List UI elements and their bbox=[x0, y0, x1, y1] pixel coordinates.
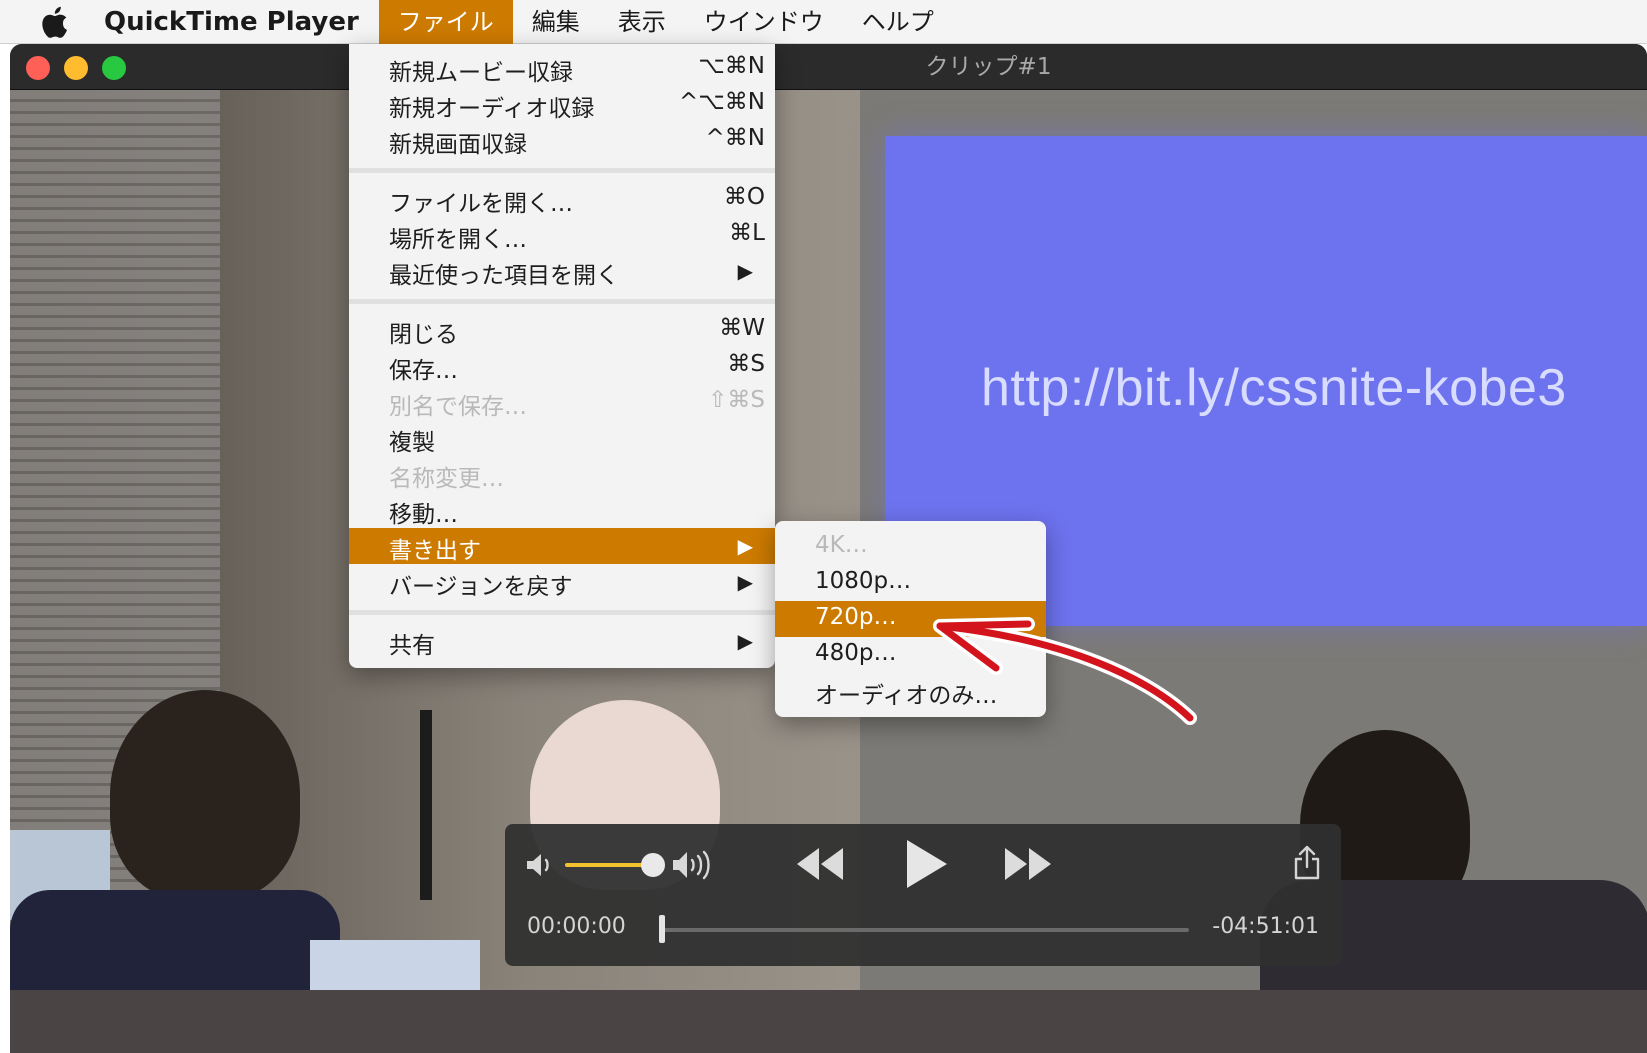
menu-item-label: 名称変更… bbox=[389, 466, 504, 492]
video-person-head bbox=[110, 690, 300, 900]
window-title: クリップ#1 bbox=[925, 54, 1052, 80]
time-remaining: -04:51:01 bbox=[1212, 914, 1319, 939]
submenu-item-1080p[interactable]: 1080p… bbox=[775, 565, 1046, 601]
menu-item-open-recent[interactable]: 最近使った項目を開く ▶ bbox=[349, 253, 775, 289]
menu-item-rename: 名称変更… bbox=[349, 456, 775, 492]
fast-forward-icon[interactable] bbox=[1003, 846, 1053, 882]
export-submenu: 4K… 1080p… 720p… 480p… オーディオのみ… bbox=[775, 521, 1046, 717]
menu-item-label: 移動… bbox=[389, 502, 458, 528]
menu-item-revert-to[interactable]: バージョンを戻す ▶ bbox=[349, 564, 775, 600]
submenu-item-label: 480p… bbox=[815, 640, 897, 666]
menu-item-save-as: 別名で保存… ⇧⌘S bbox=[349, 384, 775, 420]
menu-window[interactable]: ウインドウ bbox=[685, 0, 843, 44]
menu-item-shortcut: ⇧⌘S bbox=[708, 387, 765, 413]
menu-item-shortcut: ⌘S bbox=[727, 351, 765, 377]
menu-edit[interactable]: 編集 bbox=[513, 0, 599, 44]
menu-item-new-audio-recording[interactable]: 新規オーディオ収録 ^⌥⌘N bbox=[349, 86, 775, 122]
menu-item-export[interactable]: 書き出す ▶ bbox=[349, 528, 775, 564]
time-elapsed: 00:00:00 bbox=[527, 914, 626, 939]
menu-help[interactable]: ヘルプ bbox=[843, 0, 953, 44]
play-icon[interactable] bbox=[901, 838, 949, 890]
menu-separator bbox=[349, 299, 775, 304]
menu-item-shortcut: ^⌘N bbox=[705, 125, 765, 151]
submenu-arrow-icon: ▶ bbox=[737, 570, 753, 594]
menu-bar: QuickTime Player ファイル 編集 表示 ウインドウ ヘルプ bbox=[0, 0, 1647, 44]
apple-logo-icon[interactable] bbox=[40, 5, 74, 39]
submenu-item-label: 4K… bbox=[815, 532, 868, 558]
menu-item-new-screen-recording[interactable]: 新規画面収録 ^⌘N bbox=[349, 122, 775, 158]
menu-item-open-file[interactable]: ファイルを開く… ⌘O bbox=[349, 181, 775, 217]
submenu-item-audio-only[interactable]: オーディオのみ… bbox=[775, 673, 1046, 709]
app-name-menu[interactable]: QuickTime Player bbox=[104, 7, 359, 37]
volume-slider[interactable] bbox=[565, 863, 653, 867]
submenu-arrow-icon: ▶ bbox=[737, 259, 753, 283]
scrubber-track[interactable] bbox=[661, 928, 1189, 932]
submenu-arrow-icon: ▶ bbox=[737, 629, 753, 653]
menu-item-label: ファイルを開く… bbox=[389, 191, 573, 217]
submenu-item-480p[interactable]: 480p… bbox=[775, 637, 1046, 673]
menu-separator bbox=[349, 168, 775, 173]
video-table bbox=[10, 990, 1647, 1053]
menu-item-label: 共有 bbox=[389, 633, 435, 659]
submenu-item-label: オーディオのみ… bbox=[815, 683, 998, 709]
menu-view[interactable]: 表示 bbox=[599, 0, 685, 44]
volume-slider-knob[interactable] bbox=[641, 853, 665, 877]
submenu-item-4k: 4K… bbox=[775, 529, 1046, 565]
menu-item-shortcut: ⌘O bbox=[723, 184, 765, 210]
projection-url-text: http://bit.ly/cssnite-kobe3 bbox=[981, 359, 1567, 417]
menu-item-new-movie-recording[interactable]: 新規ムービー収録 ⌥⌘N bbox=[349, 50, 775, 86]
menu-item-shortcut: ⌘L bbox=[729, 220, 765, 246]
menu-item-shortcut: ⌘W bbox=[719, 315, 765, 341]
menu-item-label: 保存… bbox=[389, 358, 458, 384]
menu-item-label: 最近使った項目を開く bbox=[389, 263, 619, 289]
menu-item-label: 新規画面収録 bbox=[389, 132, 527, 158]
menu-item-open-location[interactable]: 場所を開く… ⌘L bbox=[349, 217, 775, 253]
menu-file[interactable]: ファイル bbox=[378, 0, 513, 44]
menu-item-save[interactable]: 保存… ⌘S bbox=[349, 348, 775, 384]
scrubber-handle[interactable] bbox=[659, 915, 665, 943]
menu-item-label: 場所を開く… bbox=[389, 227, 527, 253]
submenu-arrow-icon: ▶ bbox=[737, 534, 753, 558]
menu-item-move[interactable]: 移動… bbox=[349, 492, 775, 528]
menu-item-label: 別名で保存… bbox=[389, 394, 527, 420]
share-icon[interactable] bbox=[1293, 844, 1321, 880]
menu-item-shortcut: ⌥⌘N bbox=[698, 53, 765, 79]
submenu-item-720p[interactable]: 720p… bbox=[775, 601, 1046, 637]
volume-high-icon[interactable] bbox=[671, 848, 715, 882]
menu-item-label: 新規ムービー収録 bbox=[389, 60, 573, 86]
menu-item-close[interactable]: 閉じる ⌘W bbox=[349, 312, 775, 348]
menu-item-label: バージョンを戻す bbox=[389, 574, 573, 600]
menu-item-share[interactable]: 共有 ▶ bbox=[349, 623, 775, 659]
title-bar[interactable]: クリップ#1 bbox=[10, 44, 1647, 90]
rewind-icon[interactable] bbox=[795, 846, 845, 882]
menu-separator bbox=[349, 610, 775, 615]
menu-item-shortcut: ^⌥⌘N bbox=[679, 89, 765, 115]
menu-item-duplicate[interactable]: 複製 bbox=[349, 420, 775, 456]
menu-item-label: 閉じる bbox=[389, 322, 458, 348]
submenu-item-label: 1080p… bbox=[815, 568, 912, 594]
playback-controls: 00:00:00 -04:51:01 bbox=[505, 824, 1341, 966]
video-light-stand bbox=[420, 710, 432, 900]
file-menu-dropdown: 新規ムービー収録 ⌥⌘N 新規オーディオ収録 ^⌥⌘N 新規画面収録 ^⌘N フ… bbox=[349, 44, 775, 668]
menu-item-label: 新規オーディオ収録 bbox=[389, 96, 595, 122]
submenu-item-label: 720p… bbox=[815, 604, 897, 630]
volume-low-icon[interactable] bbox=[525, 852, 555, 878]
menu-item-label: 書き出す bbox=[389, 538, 481, 564]
menu-item-label: 複製 bbox=[389, 430, 435, 456]
